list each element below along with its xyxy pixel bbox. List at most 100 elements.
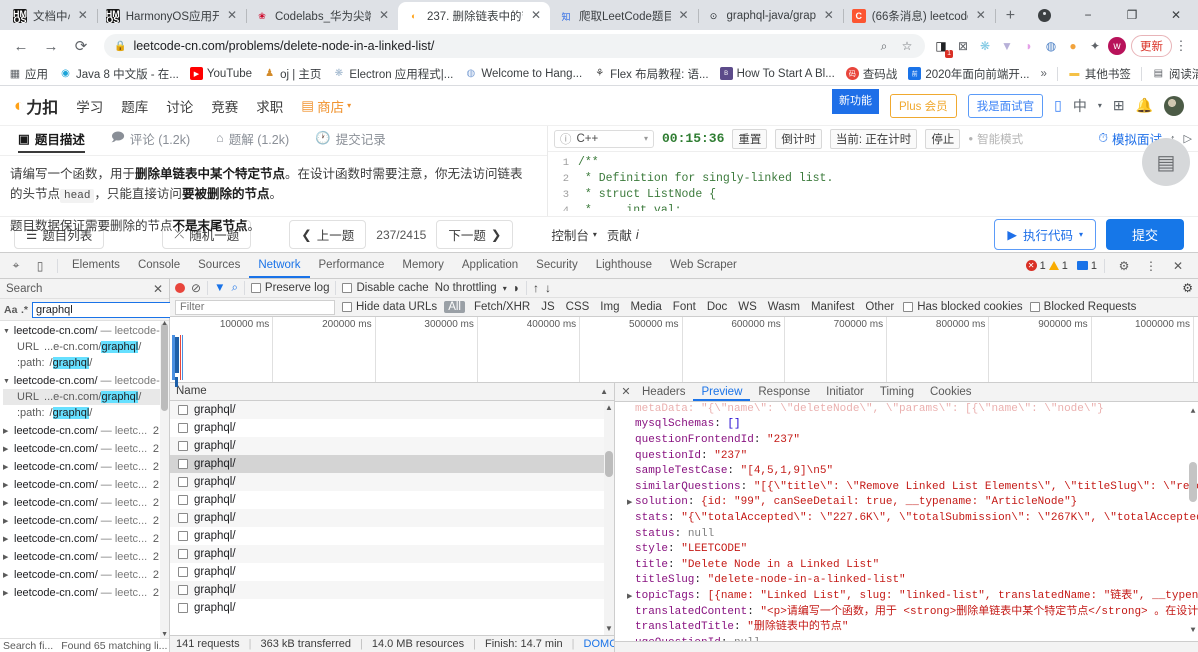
table-row[interactable]: graphql/ bbox=[170, 527, 614, 545]
extension-pink-icon[interactable]: ◗ bbox=[1019, 36, 1039, 56]
scroll-up-icon[interactable]: ▲ bbox=[605, 403, 613, 412]
bookmark-item[interactable]: 码 查码战 bbox=[845, 66, 897, 82]
table-row[interactable]: graphql/ bbox=[170, 580, 614, 599]
tab-close-icon[interactable]: ✕ bbox=[76, 9, 90, 23]
search-result-group[interactable]: ▶ leetcode-cn.com/— leetc... 2 bbox=[0, 511, 169, 529]
preserve-log-checkbox[interactable]: Preserve log bbox=[250, 282, 329, 294]
network-settings-gear-icon[interactable]: ⚙ bbox=[1182, 281, 1193, 295]
json-line[interactable]: ugcQuestionId: null bbox=[621, 636, 1198, 641]
json-line[interactable]: style: "LEETCODE" bbox=[621, 542, 1198, 558]
tab-close-icon[interactable]: ✕ bbox=[377, 9, 391, 23]
submit-button[interactable]: 提交 bbox=[1105, 219, 1184, 250]
extension-x-icon[interactable]: ⊠ bbox=[953, 36, 973, 56]
mobile-icon[interactable]: ▯ bbox=[1054, 97, 1062, 114]
scroll-up-icon[interactable]: ▲ bbox=[1189, 404, 1197, 420]
json-line[interactable]: mysqlSchemas: [] bbox=[621, 417, 1198, 433]
profile-avatar[interactable]: w bbox=[1107, 36, 1127, 56]
devtools-tab-elements[interactable]: Elements bbox=[63, 253, 129, 278]
tab-close-icon[interactable]: ✕ bbox=[974, 9, 988, 23]
smart-mode-toggle[interactable]: ● 智能模式 bbox=[968, 131, 1023, 147]
search-result-group[interactable]: ▶ leetcode-cn.com/— leetc... 2 bbox=[0, 565, 169, 583]
close-icon[interactable]: ✕ bbox=[153, 282, 163, 296]
extension-v-icon[interactable]: ▼ bbox=[997, 36, 1017, 56]
language-selector[interactable]: ⓘ C++ ▾ bbox=[554, 129, 654, 148]
checkbox-icon[interactable] bbox=[178, 458, 188, 469]
search-result-group[interactable]: ▼ leetcode-cn.com/— leetcode-... URL ...e-c… bbox=[0, 371, 169, 421]
new-tab-button[interactable]: + bbox=[999, 3, 1022, 29]
tab-comments[interactable]: 🗩 评论 (1.2k) bbox=[111, 128, 190, 154]
table-row[interactable]: graphql/ bbox=[170, 436, 614, 455]
table-row[interactable]: graphql/ bbox=[170, 472, 614, 491]
search-result-header[interactable]: ▶ leetcode-cn.com/— leetc... 2 bbox=[3, 441, 169, 457]
type-filter-all[interactable]: All bbox=[444, 301, 465, 314]
devtools-tab-performance[interactable]: Performance bbox=[310, 253, 394, 278]
scroll-down-icon[interactable]: ▼ bbox=[1189, 623, 1197, 639]
bookmark-item[interactable]: ▶ YouTube bbox=[189, 67, 252, 80]
detail-tab-timing[interactable]: Timing bbox=[872, 383, 922, 401]
search-result-group[interactable]: ▶ leetcode-cn.com/— leetc... 2 bbox=[0, 583, 169, 601]
tab-close-icon[interactable]: ✕ bbox=[677, 9, 691, 23]
json-line[interactable]: title: "Delete Node in a Linked List" bbox=[621, 558, 1198, 574]
leetcode-logo[interactable]: ◐ 力扣 bbox=[14, 94, 58, 118]
detail-tab-cookies[interactable]: Cookies bbox=[922, 383, 980, 401]
run-code-button[interactable]: ▶ 执行代码 ▾ bbox=[994, 219, 1096, 250]
bookmark-item[interactable]: 前 2020年面向前端开... bbox=[908, 66, 1029, 82]
devtools-tab-network[interactable]: Network bbox=[249, 253, 310, 278]
checkbox-icon[interactable] bbox=[178, 584, 188, 595]
checkbox-icon[interactable] bbox=[178, 530, 188, 541]
tab-close-icon[interactable]: ✕ bbox=[225, 9, 239, 23]
filter-input[interactable] bbox=[175, 299, 335, 315]
devtools-tab-memory[interactable]: Memory bbox=[393, 253, 453, 278]
network-overview-timeline[interactable]: 100000 ms 200000 ms 300000 ms 400000 ms 5000… bbox=[170, 317, 1198, 388]
json-line[interactable]: questionFrontendId: "237" bbox=[621, 433, 1198, 449]
search-result-header[interactable]: ▶ leetcode-cn.com/— leetc... 2 bbox=[3, 423, 169, 439]
bookmark-item[interactable]: B How To Start A Bl... bbox=[719, 67, 835, 80]
type-filter-ws[interactable]: WS bbox=[736, 301, 759, 313]
search-icon[interactable]: ⌕ bbox=[231, 282, 237, 295]
record-button-icon[interactable] bbox=[175, 283, 185, 294]
back-button[interactable]: ← bbox=[8, 33, 34, 59]
json-line[interactable]: sampleTestCase: "[4,5,1,9]\n5" bbox=[621, 464, 1198, 480]
nav-item-study[interactable]: 学习 bbox=[76, 96, 103, 116]
reset-timer-button[interactable]: 重置 bbox=[732, 128, 768, 149]
json-line[interactable]: status: null bbox=[621, 527, 1198, 543]
tab-close-icon[interactable]: ✕ bbox=[529, 9, 543, 23]
countdown-button[interactable]: 倒计时 bbox=[775, 128, 822, 149]
detail-tab-response[interactable]: Response bbox=[750, 383, 818, 401]
scrollbar-thumb[interactable] bbox=[605, 450, 613, 477]
json-line[interactable]: translatedTitle: "删除链表中的节点" bbox=[621, 620, 1198, 636]
bookmark-item[interactable]: ♟ oj | 主页 bbox=[263, 66, 321, 82]
has-blocked-cookies-checkbox[interactable]: Has blocked cookies bbox=[903, 301, 1023, 313]
type-filter-doc[interactable]: Doc bbox=[705, 301, 729, 313]
search-result-header[interactable]: ▶ leetcode-cn.com/— leetc... 2 bbox=[3, 477, 169, 493]
extension-web-icon[interactable]: ❋ bbox=[975, 36, 995, 56]
triangle-right-icon[interactable]: ▶ bbox=[627, 496, 635, 511]
browser-tab[interactable]: ❀ Codelabs_华为尖端技 ✕ bbox=[246, 2, 399, 30]
import-har-icon[interactable]: ↑ bbox=[533, 281, 539, 295]
network-conditions-icon[interactable]: ◗ bbox=[513, 281, 520, 295]
note-book-icon[interactable]: ▤ bbox=[1142, 138, 1190, 186]
search-result-header[interactable]: ▶ leetcode-cn.com/— leetc... 2 bbox=[3, 567, 169, 583]
search-result-header[interactable]: ▼ leetcode-cn.com/— leetcode-... bbox=[3, 323, 169, 339]
devtools-tab-application[interactable]: Application bbox=[453, 253, 527, 278]
table-row[interactable]: graphql/ bbox=[170, 544, 614, 563]
checkbox-icon[interactable] bbox=[178, 566, 188, 577]
type-filter-other[interactable]: Other bbox=[863, 301, 896, 313]
forward-button[interactable]: → bbox=[38, 33, 64, 59]
filter-icon[interactable]: ▼ bbox=[214, 282, 225, 294]
chrome-menu-icon[interactable]: ⋮ bbox=[1172, 38, 1190, 54]
search-result-group[interactable]: ▶ leetcode-cn.com/— leetc... 2 bbox=[0, 421, 169, 439]
address-bar[interactable]: 🔒 leetcode-cn.com/problems/delete-node-i… bbox=[104, 34, 925, 58]
interviewer-button[interactable]: 我是面试官 bbox=[967, 93, 1044, 118]
detail-scrollbar[interactable]: ▲ ▼ bbox=[1188, 402, 1198, 641]
minimize-button[interactable]: − bbox=[1066, 0, 1110, 30]
close-devtools-icon[interactable]: ✕ bbox=[1166, 254, 1190, 278]
clear-icon[interactable]: ⊘ bbox=[191, 281, 201, 295]
type-filter-media[interactable]: Media bbox=[628, 301, 663, 313]
detail-tab-headers[interactable]: Headers bbox=[634, 383, 693, 401]
scrollbar-thumb[interactable] bbox=[161, 323, 168, 411]
scrollbar-thumb[interactable] bbox=[1189, 461, 1197, 502]
extension-orange-icon[interactable]: ● bbox=[1063, 36, 1083, 56]
update-button[interactable]: 更新 bbox=[1131, 35, 1172, 57]
json-line[interactable]: stats: "{\"totalAccepted\": \"227.6K\", … bbox=[621, 511, 1198, 527]
